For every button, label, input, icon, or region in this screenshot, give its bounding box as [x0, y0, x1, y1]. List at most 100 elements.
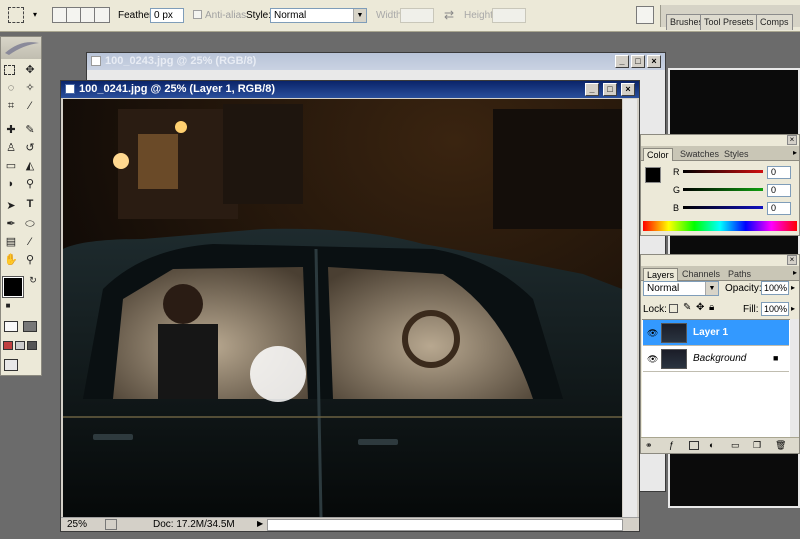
- layers-scrollbar[interactable]: [790, 319, 799, 437]
- screen-mode-full-icon[interactable]: [27, 341, 37, 350]
- fill-arrow-icon[interactable]: ▸: [791, 304, 795, 313]
- tab-layers[interactable]: Layers: [643, 268, 679, 281]
- width-input[interactable]: [400, 8, 434, 23]
- height-input[interactable]: [492, 8, 526, 23]
- zoom-level[interactable]: 25%: [67, 519, 87, 530]
- healing-brush-icon[interactable]: ✚: [4, 123, 18, 137]
- style-select-value: Normal: [274, 10, 307, 21]
- channel-r-slider[interactable]: [683, 170, 763, 173]
- channel-b-slider[interactable]: [683, 206, 763, 209]
- foreground-color-swatch[interactable]: [2, 276, 24, 298]
- move-tool-icon[interactable]: ✥: [23, 63, 37, 77]
- close-icon[interactable]: ×: [787, 135, 797, 145]
- screen-mode-standard-icon[interactable]: [3, 341, 13, 350]
- layer-name[interactable]: Background: [693, 353, 746, 364]
- link-layers-icon[interactable]: ⚭: [645, 440, 653, 451]
- lock-pixels-icon[interactable]: ✎: [683, 302, 691, 313]
- vertical-scrollbar[interactable]: [623, 99, 637, 517]
- lasso-tool-icon[interactable]: ◌: [4, 81, 18, 95]
- status-preview-icon[interactable]: [105, 519, 117, 530]
- foreground-color-swatch[interactable]: [645, 167, 661, 183]
- shape-tool-icon[interactable]: ⬭: [23, 217, 37, 231]
- trash-icon[interactable]: 🗑︎: [775, 440, 786, 451]
- standard-mode-icon[interactable]: [4, 321, 18, 332]
- eraser-tool-icon[interactable]: ▭: [4, 159, 18, 173]
- swap-dimensions-icon[interactable]: ⇄: [444, 8, 454, 22]
- tab-channels[interactable]: Channels: [679, 268, 723, 281]
- new-layer-icon[interactable]: ❐: [753, 440, 761, 451]
- eyedropper-icon[interactable]: ⁄: [23, 235, 37, 249]
- magic-wand-icon[interactable]: ✧: [23, 81, 37, 95]
- style-select[interactable]: Normal ▼: [270, 8, 367, 23]
- maximize-button[interactable]: □: [603, 83, 617, 96]
- add-mask-icon[interactable]: [689, 441, 699, 450]
- marquee-tool-icon[interactable]: [4, 65, 15, 75]
- active-document-window[interactable]: 100_0241.jpg @ 25% (Layer 1, RGB/8) _ □ …: [60, 80, 640, 532]
- minimize-button[interactable]: _: [615, 55, 629, 68]
- layer-row-layer-1[interactable]: 👁︎ Layer 1: [643, 320, 789, 346]
- front-window-titlebar[interactable]: 100_0241.jpg @ 25% (Layer 1, RGB/8) _ □ …: [61, 81, 639, 98]
- channel-r-value[interactable]: 0: [767, 166, 791, 179]
- blur-tool-icon[interactable]: ◗: [4, 177, 18, 191]
- zoom-tool-icon[interactable]: ⚲: [23, 253, 37, 267]
- horizontal-scrollbar[interactable]: [267, 519, 623, 531]
- crop-tool-icon[interactable]: ⌗: [4, 99, 18, 113]
- type-tool-icon[interactable]: T: [23, 197, 37, 211]
- layer-style-icon[interactable]: ƒ: [669, 440, 674, 450]
- notes-tool-icon[interactable]: ▤: [4, 235, 18, 249]
- panel-menu-arrow-icon[interactable]: ▸: [793, 268, 797, 277]
- tab-paths[interactable]: Paths: [725, 268, 754, 281]
- tab-styles[interactable]: Styles: [721, 148, 752, 161]
- color-spectrum-bar[interactable]: [643, 221, 797, 231]
- eye-icon[interactable]: 👁︎: [647, 354, 658, 365]
- eye-icon[interactable]: 👁︎: [647, 328, 658, 339]
- tab-swatches[interactable]: Swatches: [677, 148, 722, 161]
- antialias-checkbox[interactable]: [193, 10, 202, 19]
- new-group-icon[interactable]: ▭: [731, 440, 740, 451]
- tool-preset-chevron-icon[interactable]: ▾: [33, 10, 37, 19]
- marquee-tool-icon[interactable]: [8, 7, 24, 23]
- quick-mask-icon[interactable]: [23, 321, 37, 332]
- adjustment-layer-icon[interactable]: ◐: [709, 440, 714, 450]
- panel-menu-arrow-icon[interactable]: ▸: [793, 148, 797, 157]
- close-button[interactable]: ×: [621, 83, 635, 96]
- blend-mode-select[interactable]: Normal ▼: [643, 281, 719, 296]
- file-browser-icon[interactable]: [636, 6, 654, 24]
- layer-row-background[interactable]: 👁︎ Background ■: [643, 346, 789, 372]
- well-tab-tool-presets[interactable]: Tool Presets: [700, 14, 758, 30]
- channel-b-value[interactable]: 0: [767, 202, 791, 215]
- slice-tool-icon[interactable]: ⁄: [23, 99, 37, 113]
- maximize-button[interactable]: □: [631, 55, 645, 68]
- status-menu-arrow-icon[interactable]: ▶: [257, 519, 263, 528]
- paint-bucket-icon[interactable]: ◭: [23, 159, 37, 173]
- channel-g-slider[interactable]: [683, 188, 763, 191]
- opacity-input[interactable]: 100%: [761, 281, 789, 295]
- path-selection-icon[interactable]: ➤: [4, 199, 18, 213]
- lock-transparency-icon[interactable]: [669, 304, 678, 313]
- well-tab-comps[interactable]: Comps: [756, 14, 793, 30]
- lock-all-icon[interactable]: 🔒︎: [709, 302, 714, 313]
- lock-position-icon[interactable]: ✥: [696, 302, 704, 313]
- channel-g-value[interactable]: 0: [767, 184, 791, 197]
- back-window-titlebar[interactable]: 100_0243.jpg @ 25% (RGB/8) _ □ ×: [87, 53, 665, 70]
- screen-mode-full-menu-icon[interactable]: [15, 341, 25, 350]
- minimize-button[interactable]: _: [585, 83, 599, 96]
- tab-color[interactable]: Color: [643, 148, 673, 161]
- brush-tool-icon[interactable]: ✎: [23, 123, 37, 137]
- close-icon[interactable]: ×: [787, 255, 797, 265]
- intersect-selection-icon[interactable]: [94, 7, 110, 23]
- layer-name[interactable]: Layer 1: [693, 327, 728, 338]
- fill-input[interactable]: 100%: [761, 302, 789, 316]
- pen-tool-icon[interactable]: ✒: [4, 217, 18, 231]
- feather-input[interactable]: 0 px: [150, 8, 184, 23]
- clone-stamp-icon[interactable]: ♙: [4, 141, 18, 155]
- opacity-arrow-icon[interactable]: ▸: [791, 283, 795, 292]
- swap-colors-icon[interactable]: ↻: [26, 273, 40, 287]
- canvas-photo[interactable]: [63, 99, 622, 517]
- default-colors-icon[interactable]: ■: [1, 299, 15, 313]
- imageready-jump-icon[interactable]: [4, 359, 18, 371]
- history-brush-icon[interactable]: ↺: [23, 141, 37, 155]
- dodge-tool-icon[interactable]: ⚲: [23, 177, 37, 191]
- hand-tool-icon[interactable]: ✋: [4, 253, 18, 267]
- close-button[interactable]: ×: [647, 55, 661, 68]
